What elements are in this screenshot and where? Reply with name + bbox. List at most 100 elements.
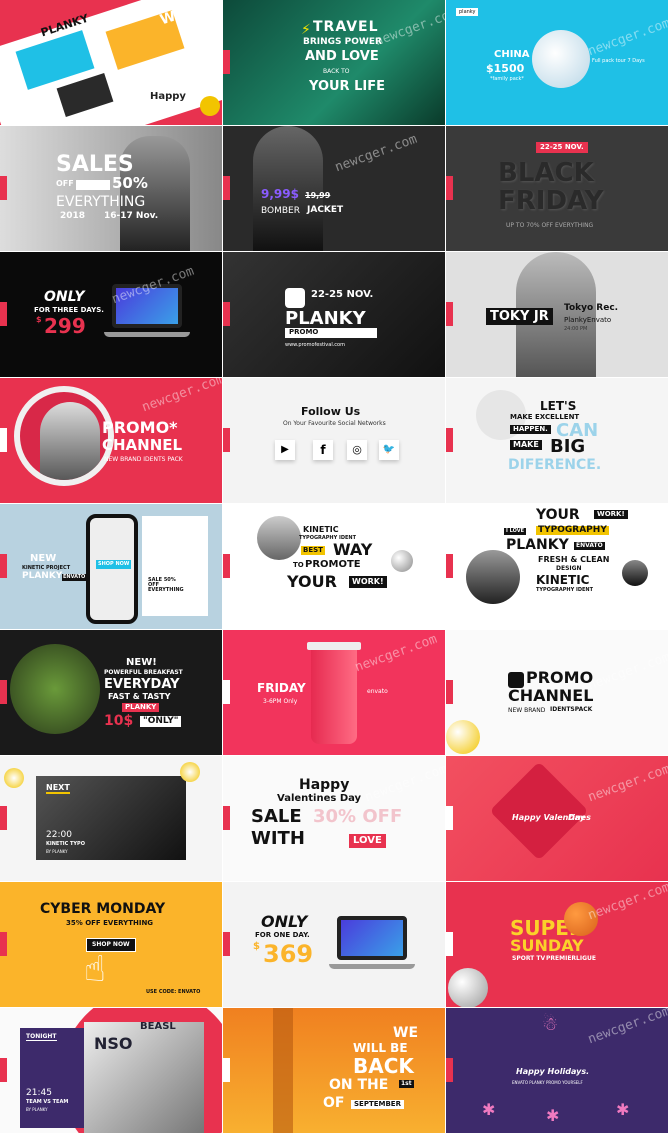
tile-promo-channel-white[interactable]: PROMO CHANNEL NEW BRAND IDENTSPACK newcg… bbox=[446, 630, 668, 755]
collage-text: Happy bbox=[150, 91, 186, 102]
watermark: newcger.com bbox=[333, 131, 420, 176]
headline: DIFERENCE. bbox=[508, 457, 602, 473]
channel-tag bbox=[223, 680, 230, 704]
subline: NEW BRAND bbox=[508, 707, 546, 714]
tile-friday-cup[interactable]: FRIDAY 3-6PM Only envato newcger.com bbox=[223, 630, 445, 755]
tile-travel[interactable]: TRAVEL BRINGS POWER AND LOVE BACK TO YOU… bbox=[223, 0, 445, 125]
shop-button[interactable]: SHOP NOW bbox=[96, 560, 132, 569]
youtube-icon[interactable]: ▶ bbox=[275, 440, 295, 460]
tile-cyber-monday[interactable]: CYBER MONDAY 35% OFF EVERYTHING SHOP NOW… bbox=[0, 882, 222, 1007]
watermark: newcger.com bbox=[353, 631, 440, 676]
headline: PROMO bbox=[526, 668, 594, 687]
channel-tag bbox=[0, 176, 7, 200]
headline: MAKE bbox=[510, 440, 542, 450]
currency: $ bbox=[253, 941, 260, 952]
tile-collage[interactable]: PLANKY WE Happy bbox=[0, 0, 222, 125]
headline: BEST bbox=[301, 546, 325, 555]
headline: YOUR bbox=[287, 572, 337, 591]
price-label: $1500 bbox=[486, 62, 525, 75]
logo-icon bbox=[285, 288, 305, 308]
love-badge: LOVE bbox=[349, 834, 386, 848]
channel-tag bbox=[446, 302, 453, 326]
country-label: CHINA bbox=[494, 49, 530, 60]
tile-sales[interactable]: SALES OFF 50% EVERYTHING 2018 16-17 Nov. bbox=[0, 126, 222, 251]
watermark: newcger.com bbox=[586, 761, 668, 806]
watermark: newcger.com bbox=[586, 15, 668, 60]
headline: NEW bbox=[30, 553, 57, 564]
tile-kinetic-ident[interactable]: KINETIC TYPOGRAPHY IDENT BEST WAY TO PRO… bbox=[223, 504, 445, 629]
tile-next-kinetic[interactable]: NEXT 22:00 KINETIC TYPO BY PLANKY bbox=[0, 756, 222, 881]
headline: FRIDAY bbox=[498, 186, 604, 216]
dates-label: 16-17 Nov. bbox=[104, 211, 159, 221]
date-badge: 22-25 NOV. bbox=[536, 142, 588, 153]
headline: CHANNEL bbox=[508, 686, 594, 705]
headline: Follow Us bbox=[301, 405, 361, 418]
product-card bbox=[142, 516, 208, 616]
tile-your-work[interactable]: YOUR WORK! I LOVE TYPOGRAPHY PLANKY ENVA… bbox=[446, 504, 668, 629]
year-label: 2018 bbox=[60, 211, 86, 221]
tour-label: Full pack tour 7 Days bbox=[592, 58, 645, 64]
tile-planky-promo[interactable]: 22-25 NOV. PLANKY PROMO 2018 www.promofe… bbox=[223, 252, 445, 377]
note-label: *family pack* bbox=[490, 76, 524, 82]
tile-one-day[interactable]: ONLY FOR ONE DAY. $ 369 bbox=[223, 882, 445, 1007]
headline: PLANKY bbox=[122, 703, 160, 712]
tile-happy-holidays[interactable]: Happy Holidays. ENVATO PLANKY PROMO YOUR… bbox=[446, 1008, 668, 1133]
ball-icon bbox=[391, 550, 413, 572]
channel-tag bbox=[446, 428, 453, 452]
headline: LET'S bbox=[540, 399, 577, 413]
tonight-label: TONIGHT bbox=[26, 1033, 57, 1041]
twitter-icon[interactable]: 🐦 bbox=[379, 440, 399, 460]
headline: CHANNEL bbox=[102, 436, 183, 454]
tile-valentines-sale[interactable]: Happy Valentines Day SALE 30% OFF WITH L… bbox=[223, 756, 445, 881]
channel-tag bbox=[446, 932, 453, 956]
tile-toky-jr[interactable]: TOKY JR Tokyo Rec. PlankyEnvato 24:00 PM bbox=[446, 252, 668, 377]
headline: PLANKY bbox=[22, 571, 63, 581]
tile-china[interactable]: planky CHINA $1500 *family pack* Full pa… bbox=[446, 0, 668, 125]
facebook-icon[interactable]: f bbox=[313, 440, 333, 460]
info-panel bbox=[20, 1028, 84, 1128]
tile-breakfast[interactable]: NEW! POWERFUL BREAKFAST EVERYDAY FAST & … bbox=[0, 630, 222, 755]
tile-lets-make[interactable]: LET'S MAKE EXCELLENT HAPPEN. CAN MAKE BI… bbox=[446, 378, 668, 503]
tile-bomber[interactable]: 9,99$ 19,99 BOMBER JACKET newcger.com bbox=[223, 126, 445, 251]
tile-super-sunday[interactable]: SUPER SUNDAY SPORT TV PREMIERLIGUE newcg… bbox=[446, 882, 668, 1007]
headline: NEW! bbox=[126, 657, 157, 668]
heart-icon bbox=[489, 761, 589, 861]
headline: ON THE bbox=[329, 1077, 389, 1093]
channel-tag bbox=[0, 806, 7, 830]
tile-valentines-heart[interactable]: Happy Valentines Day newcger.com bbox=[446, 756, 668, 881]
channel-tag bbox=[0, 680, 7, 704]
product-label: BOMBER bbox=[261, 206, 300, 216]
channel-tag bbox=[446, 806, 453, 830]
headline: CYBER MONDAY bbox=[40, 901, 166, 917]
headline: EVERYDAY bbox=[104, 677, 180, 692]
laptop-icon bbox=[112, 284, 182, 328]
tile-promo-channel-red[interactable]: PROMO* CHANNEL NEW BRAND IDENTS PACK new… bbox=[0, 378, 222, 503]
basketball-icon bbox=[564, 902, 598, 936]
price-label: 9,99$ bbox=[261, 187, 299, 201]
url-label: www.promofestival.com bbox=[285, 342, 345, 348]
channel-tag bbox=[223, 176, 230, 200]
tile-kinetic-phone[interactable]: NEW KINETIC PROJECT PLANKY ENVATO SHOP N… bbox=[0, 504, 222, 629]
ball-icon bbox=[4, 768, 24, 788]
time-label: 21:45 bbox=[26, 1088, 52, 1098]
channel-tag bbox=[223, 806, 230, 830]
subline: 3-6PM Only bbox=[263, 698, 298, 705]
subline: 35% OFF EVERYTHING bbox=[66, 919, 154, 927]
year-label: 2018 bbox=[353, 328, 373, 336]
tile-back-september[interactable]: WE WILL BE BACK ON THE 1st OF SEPTEMBER bbox=[223, 1008, 445, 1133]
tile-follow-us[interactable]: Follow Us On Your Favourite Social Netwo… bbox=[223, 378, 445, 503]
tile-three-days[interactable]: ONLY FOR THREE DAYS. $ 299 newcger.com bbox=[0, 252, 222, 377]
watermark: newcger.com bbox=[373, 5, 445, 50]
headline: TO bbox=[293, 561, 304, 569]
tile-team-vs-team[interactable]: NSO BEASL TONIGHT 21:45 TEAM VS TEAM BY … bbox=[0, 1008, 222, 1133]
pct-label: 50% bbox=[112, 174, 148, 192]
headline: OF bbox=[323, 1095, 345, 1111]
headline: Valentines Day bbox=[277, 793, 362, 804]
headline: BACK bbox=[353, 1054, 414, 1078]
time-label: 22:00 bbox=[46, 830, 72, 840]
product-label: JACKET bbox=[307, 205, 344, 215]
ball-icon bbox=[180, 762, 200, 782]
instagram-icon[interactable]: ◎ bbox=[347, 440, 367, 460]
tile-black-friday[interactable]: 22-25 NOV. BLACK FRIDAY UP TO 70% OFF EV… bbox=[446, 126, 668, 251]
headline: I LOVE bbox=[504, 528, 527, 535]
